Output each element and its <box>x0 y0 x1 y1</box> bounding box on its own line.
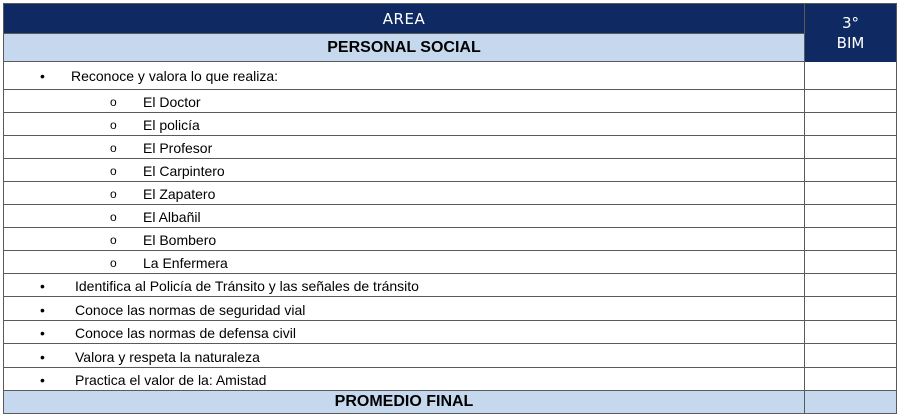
grade-cell[interactable] <box>805 62 896 89</box>
circle-bullet-icon: o <box>110 187 117 201</box>
grade-cell[interactable] <box>805 159 896 181</box>
criterion-text: Identifica al Policía de Tránsito y las … <box>75 278 419 294</box>
grade-cell[interactable] <box>805 90 896 112</box>
grade-cell[interactable] <box>805 251 896 273</box>
table-row: o El Albañil <box>4 205 896 228</box>
sub-criterion-text: El Zapatero <box>143 186 216 202</box>
circle-bullet-icon: o <box>110 256 117 270</box>
subject-cell: PERSONAL SOCIAL <box>4 34 805 61</box>
grade-cell[interactable] <box>805 205 896 227</box>
circle-bullet-icon: o <box>110 210 117 224</box>
sub-criterion-cell: o El Carpintero <box>4 159 805 181</box>
sub-criterion-text: El Doctor <box>143 94 201 110</box>
criterion-cell: • Conoce las normas de defensa civil <box>4 321 805 343</box>
final-average-cell: PROMEDIO FINAL <box>4 391 805 413</box>
table-row: o El Zapatero <box>4 182 896 205</box>
grade-cell[interactable] <box>805 182 896 204</box>
bullet-icon: • <box>40 302 45 318</box>
criterion-text: Conoce las normas de defensa civil <box>75 325 297 341</box>
bimester-number: 3° <box>841 14 860 32</box>
sub-criterion-cell: o El Profesor <box>4 136 805 158</box>
circle-bullet-icon: o <box>110 141 117 155</box>
grade-cell[interactable] <box>805 136 896 158</box>
bullet-icon: • <box>40 325 45 341</box>
table-row: o El Profesor <box>4 136 896 159</box>
grade-cell[interactable] <box>805 113 896 135</box>
criterion-text: Reconoce y valora lo que realiza: <box>71 68 279 84</box>
sub-criterion-cell: o El Doctor <box>4 90 805 112</box>
grade-cell[interactable] <box>805 368 896 390</box>
table-row: • Identifica al Policía de Tránsito y la… <box>4 274 896 297</box>
table-row: • Valora y respeta la naturaleza <box>4 344 896 368</box>
sub-criterion-text: El Albañil <box>143 209 201 225</box>
bullet-icon: • <box>40 278 45 294</box>
sub-criterion-text: El Carpintero <box>143 163 225 179</box>
evaluation-table: AREA PERSONAL SOCIAL 3° BIM • Reconoce y… <box>3 3 897 414</box>
criterion-text: Practica el valor de la: Amistad <box>75 372 267 388</box>
table-header-row: AREA <box>4 4 896 34</box>
bullet-icon: • <box>40 349 45 365</box>
final-average-label: PROMEDIO FINAL <box>334 393 474 410</box>
sub-criterion-cell: o La Enfermera <box>4 251 805 273</box>
bullet-icon: • <box>40 372 45 388</box>
grade-cell[interactable] <box>805 344 896 367</box>
sub-criterion-cell: o El Albañil <box>4 205 805 227</box>
criterion-cell: • Conoce las normas de seguridad vial <box>4 297 805 320</box>
sub-criterion-text: El Bombero <box>143 232 217 248</box>
grade-cell[interactable] <box>805 297 896 320</box>
table-row: • Conoce las normas de seguridad vial <box>4 297 896 321</box>
final-grade-cell[interactable] <box>805 391 896 413</box>
subject-row: PERSONAL SOCIAL <box>4 34 896 62</box>
table-row: o El Carpintero <box>4 159 896 182</box>
bullet-icon: • <box>40 68 45 84</box>
sub-criterion-cell: o El Zapatero <box>4 182 805 204</box>
sub-criterion-text: La Enfermera <box>143 255 228 271</box>
grade-cell[interactable] <box>805 274 896 296</box>
table-row: o El Doctor <box>4 90 896 113</box>
sub-criterion-text: El policía <box>143 117 200 133</box>
table-row: o El Bombero <box>4 228 896 251</box>
grade-cell[interactable] <box>805 321 896 343</box>
criterion-cell: • Reconoce y valora lo que realiza: <box>4 62 805 89</box>
circle-bullet-icon: o <box>110 118 117 132</box>
circle-bullet-icon: o <box>110 233 117 247</box>
criterion-cell: • Practica el valor de la: Amistad <box>4 368 805 390</box>
criterion-text: Conoce las normas de seguridad vial <box>75 302 306 318</box>
criterion-text: Valora y respeta la naturaleza <box>75 349 260 365</box>
bimester-label: BIM <box>836 34 865 52</box>
sub-criterion-cell: o El policía <box>4 113 805 135</box>
table-row: • Conoce las normas de defensa civil <box>4 321 896 344</box>
table-row: • Practica el valor de la: Amistad <box>4 368 896 391</box>
circle-bullet-icon: o <box>110 95 117 109</box>
subject-label: PERSONAL SOCIAL <box>327 38 481 56</box>
bimester-header-cell: 3° BIM <box>805 4 896 62</box>
table-row: • Reconoce y valora lo que realiza: <box>4 62 896 90</box>
table-row: o La Enfermera <box>4 251 896 274</box>
sub-criterion-cell: o El Bombero <box>4 228 805 250</box>
table-row: o El policía <box>4 113 896 136</box>
area-header-cell: AREA <box>4 4 805 33</box>
circle-bullet-icon: o <box>110 164 117 178</box>
criterion-cell: • Valora y respeta la naturaleza <box>4 344 805 367</box>
area-label: AREA <box>382 9 426 28</box>
sub-criterion-text: El Profesor <box>143 140 213 156</box>
criterion-cell: • Identifica al Policía de Tránsito y la… <box>4 274 805 296</box>
final-average-row: PROMEDIO FINAL <box>4 391 896 413</box>
grade-cell[interactable] <box>805 228 896 250</box>
